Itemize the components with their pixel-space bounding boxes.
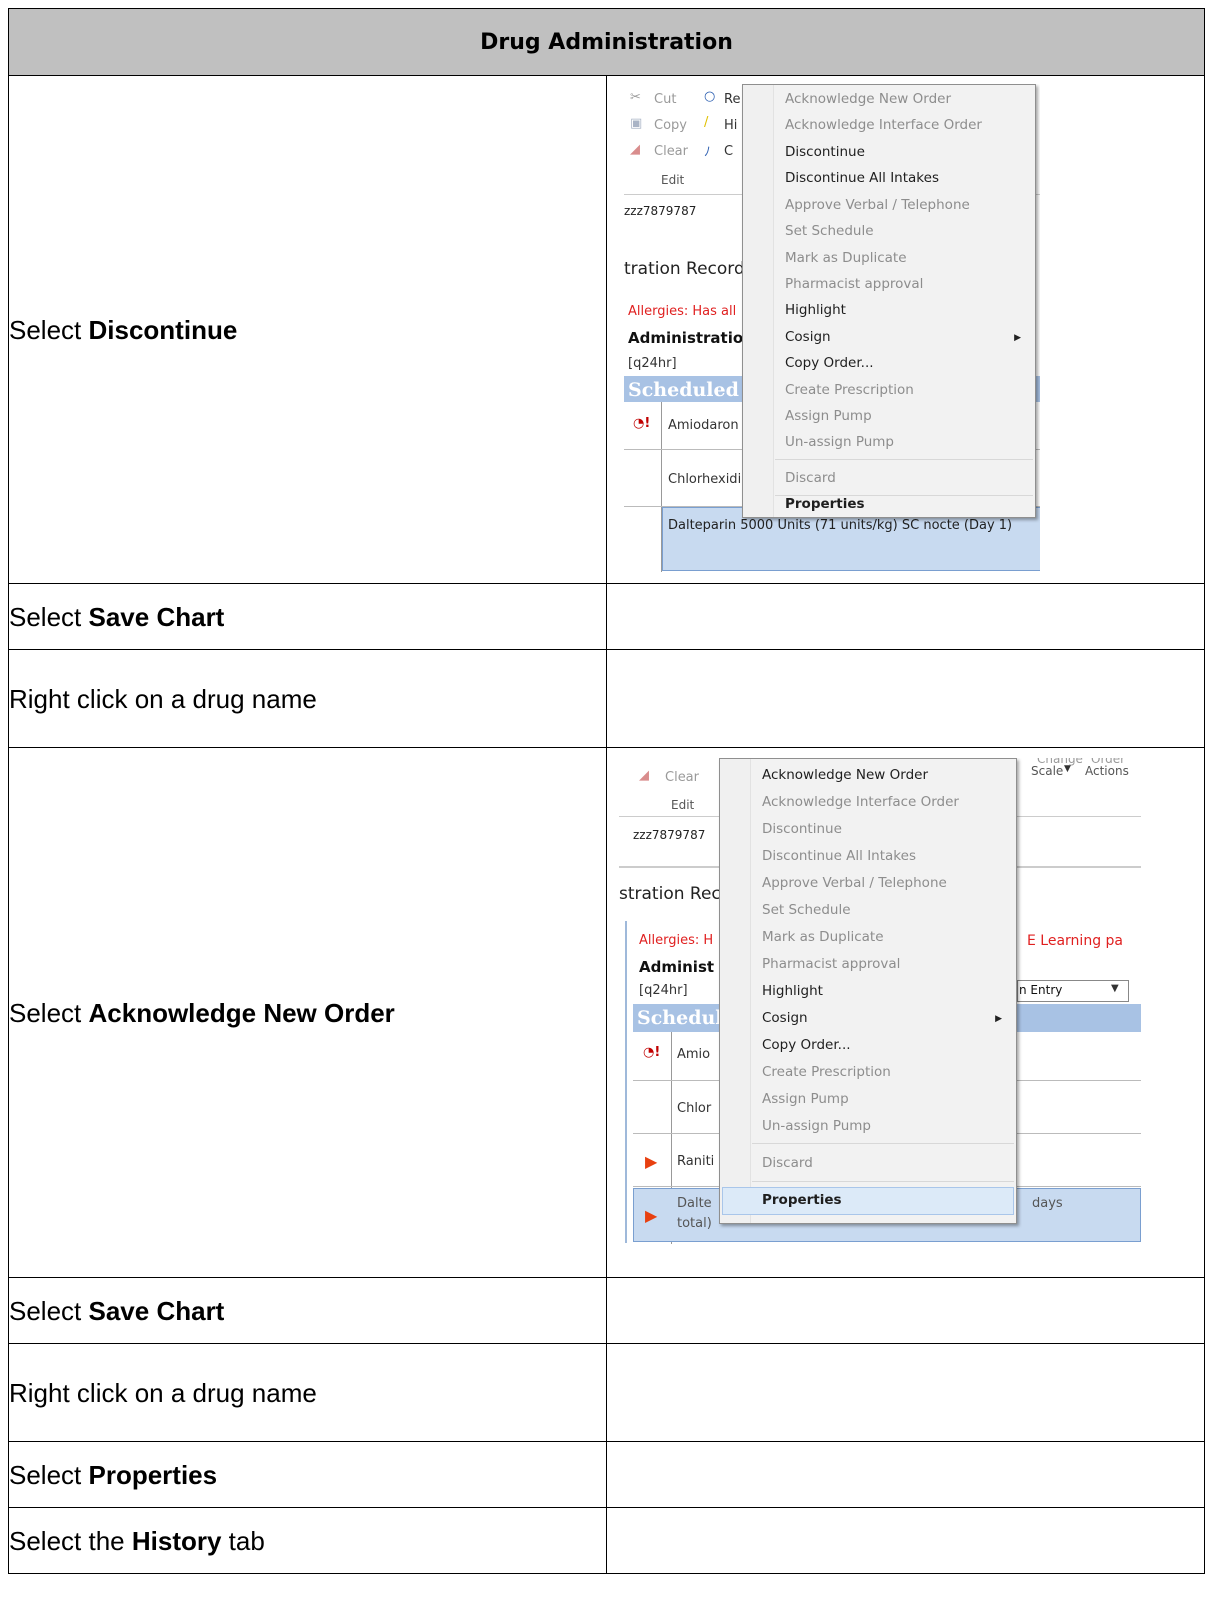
submenu-arrow-icon: ▶ [995,1014,1002,1024]
step-save-chart: Select Save Chart [8,583,607,650]
menu-item-discontinue[interactable]: Discontinue [762,821,842,837]
menu-item-acknowledge-interface-order[interactable]: Acknowledge Interface Order [762,794,959,810]
copy-icon: ▣ [630,116,643,131]
screenshot-cell: ✂ Cut ▣ Copy ◢ Clear Edit ○ Re / Hi ﾉ C … [606,75,1205,584]
menu-item-cosign[interactable]: Cosign [785,329,831,345]
empty-cell [606,1507,1205,1574]
pen-icon: ﾉ [704,145,711,160]
menu-separator [752,1181,1014,1182]
empty-cell [606,1343,1205,1442]
menu-item-discard[interactable]: Discard [762,1155,813,1171]
menu-item-discontinue-all-intakes[interactable]: Discontinue All Intakes [762,848,916,864]
flag-icon: ▶ [645,1206,658,1225]
menu-item-approve-verbal[interactable]: Approve Verbal / Telephone [762,875,947,891]
menu-item-discard[interactable]: Discard [785,470,836,486]
menu-item-discontinue[interactable]: Discontinue [785,144,865,160]
table-row: Right click on a drug name [8,1343,1205,1442]
menu-item-mark-duplicate[interactable]: Mark as Duplicate [762,929,884,945]
menu-item-acknowledge-interface-order[interactable]: Acknowledge Interface Order [785,117,982,133]
table-row: Right click on a drug name [8,649,1205,748]
menu-item-discontinue-all-intakes[interactable]: Discontinue All Intakes [785,170,939,186]
table-row: Select Discontinue ✂ Cut ▣ Copy ◢ Clear … [8,75,1205,584]
menu-item-set-schedule[interactable]: Set Schedule [785,223,874,239]
menu-item-cosign[interactable]: Cosign [762,1010,808,1026]
chevron-down-icon: ▼ [1111,983,1119,994]
menu-item-unassign-pump[interactable]: Un-assign Pump [762,1118,871,1134]
alert-clock-icon: ◔! [633,416,651,431]
empty-cell [606,583,1205,650]
menu-item-mark-duplicate[interactable]: Mark as Duplicate [785,250,907,266]
screenshot-acknowledge-menu: Change Order Scale ▼ Actions ◢ Clear Edi… [619,758,1141,1270]
menu-item-set-schedule[interactable]: Set Schedule [762,902,851,918]
menu-separator [752,1143,1014,1144]
alert-clock-icon: ◔! [643,1045,661,1060]
context-menu: Acknowledge New Order Acknowledge Interf… [742,84,1036,518]
context-menu: Acknowledge New Order Acknowledge Interf… [719,758,1017,1224]
eraser-icon: ◢ [639,768,649,783]
menu-item-highlight[interactable]: Highlight [762,983,823,999]
menu-item-approve-verbal[interactable]: Approve Verbal / Telephone [785,197,970,213]
menu-item-highlight[interactable]: Highlight [785,302,846,318]
step-right-click: Right click on a drug name [8,649,607,748]
menu-gutter [743,85,774,517]
step-acknowledge-new-order: Select Acknowledge New Order [8,747,607,1278]
empty-cell [606,1277,1205,1344]
table-row: Select Save Chart [8,1277,1205,1344]
step-right-click: Right click on a drug name [8,1343,607,1442]
menu-item-assign-pump[interactable]: Assign Pump [762,1091,849,1107]
menu-item-pharmacist-approval[interactable]: Pharmacist approval [762,956,900,972]
empty-cell [606,1441,1205,1508]
menu-item-unassign-pump[interactable]: Un-assign Pump [785,434,894,450]
menu-item-properties[interactable]: Properties [785,496,865,512]
table-row: Select Acknowledge New Order Change Orde… [8,747,1205,1278]
table-row: Select Save Chart [8,583,1205,650]
chevron-down-icon: ▼ [1064,764,1071,774]
empty-cell [606,649,1205,748]
menu-item-create-prescription[interactable]: Create Prescription [762,1064,891,1080]
menu-separator [775,459,1033,460]
step-properties: Select Properties [8,1441,607,1508]
flag-icon: ▶ [645,1152,658,1171]
menu-item-create-prescription[interactable]: Create Prescription [785,382,914,398]
cut-icon: ✂ [630,90,641,105]
menu-item-properties[interactable]: Properties [762,1192,842,1208]
menu-item-copy-order[interactable]: Copy Order... [785,355,874,371]
menu-item-assign-pump[interactable]: Assign Pump [785,408,872,424]
screenshot-cell: Change Order Scale ▼ Actions ◢ Clear Edi… [606,747,1205,1278]
highlighter-icon: / [704,115,709,130]
screenshot-discontinue-menu: ✂ Cut ▣ Copy ◢ Clear Edit ○ Re / Hi ﾉ C … [624,84,1040,572]
menu-item-acknowledge-new-order[interactable]: Acknowledge New Order [785,91,951,107]
menu-item-pharmacist-approval[interactable]: Pharmacist approval [785,276,923,292]
step-history-tab: Select the History tab [8,1507,607,1574]
menu-gutter [720,759,751,1223]
table-row: Select Properties [8,1441,1205,1508]
submenu-arrow-icon: ▶ [1014,333,1021,343]
table-row: Select the History tab [8,1507,1205,1574]
speech-bubble-icon: ○ [704,89,716,104]
table-title: Drug Administration [8,8,1205,76]
step-discontinue: Select Discontinue [8,75,607,584]
eraser-icon: ◢ [630,142,640,157]
menu-item-copy-order[interactable]: Copy Order... [762,1037,851,1053]
menu-item-acknowledge-new-order[interactable]: Acknowledge New Order [762,767,928,783]
step-save-chart: Select Save Chart [8,1277,607,1344]
instructions-table: Drug Administration Select Discontinue ✂… [8,8,1205,1574]
